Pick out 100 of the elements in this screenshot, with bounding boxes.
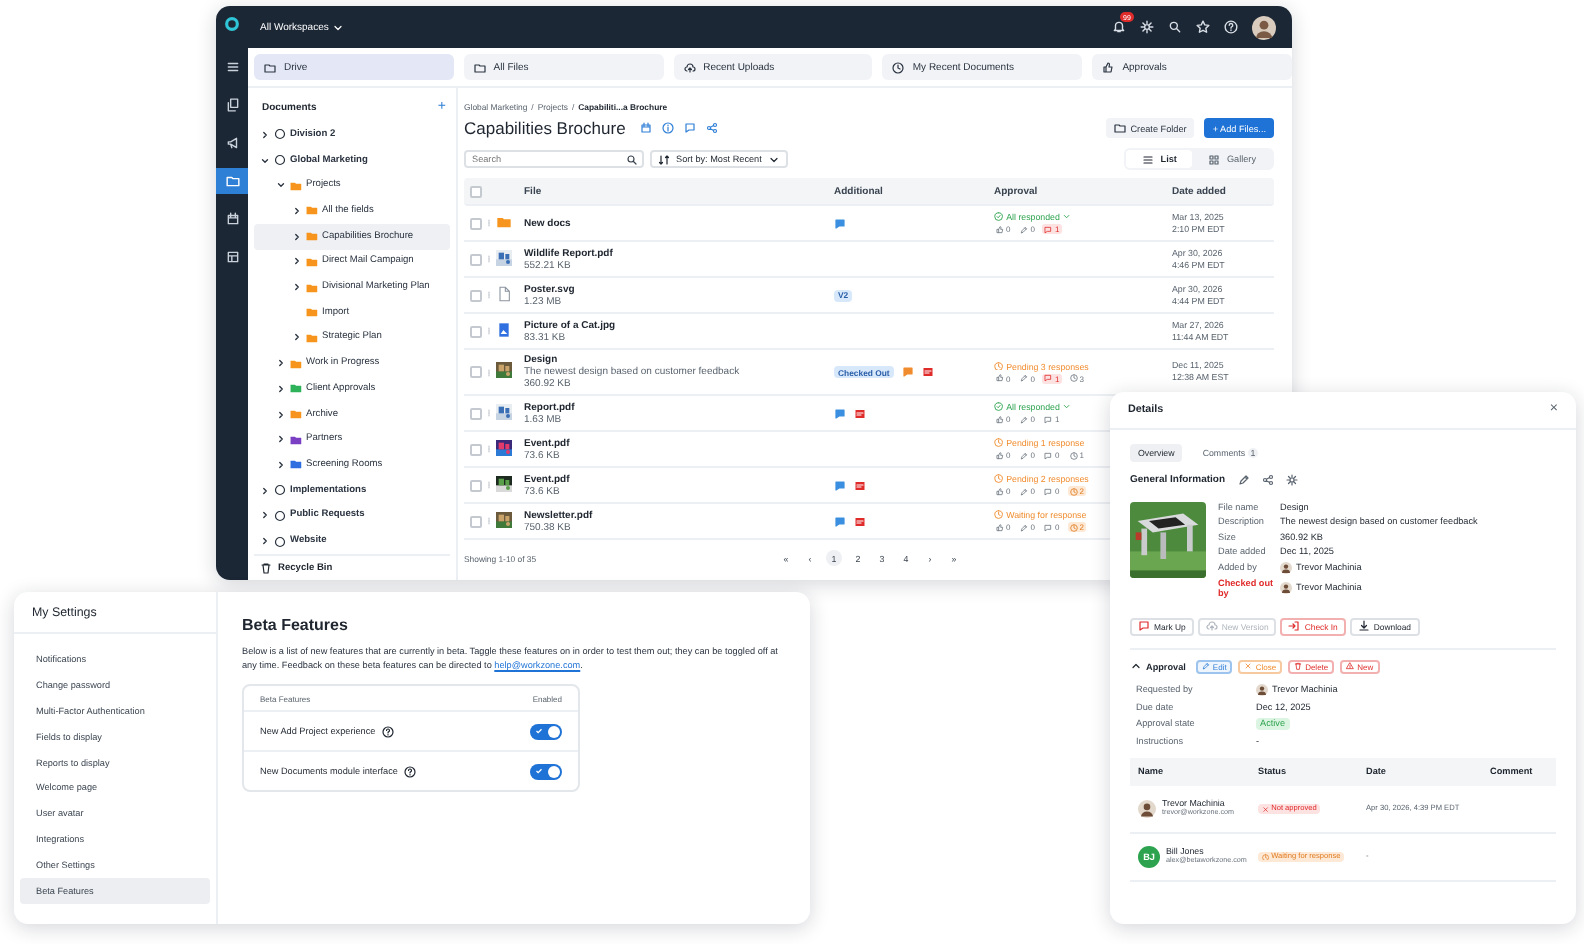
checkbox[interactable] — [470, 217, 482, 229]
chevron-right-icon — [276, 409, 286, 420]
checkbox[interactable] — [470, 289, 482, 301]
clock-icon — [994, 510, 1004, 520]
close-icon — [1244, 662, 1253, 671]
chevron-down-icon — [260, 155, 270, 166]
checkbox[interactable] — [470, 366, 482, 378]
checkbox[interactable] — [470, 407, 482, 419]
list-icon — [1142, 153, 1155, 165]
chevron-right-icon — [292, 332, 302, 343]
comment-icon — [1044, 225, 1053, 233]
star-icon[interactable] — [1196, 20, 1210, 34]
help-icon[interactable] — [381, 725, 394, 737]
comment-icon — [1044, 487, 1053, 495]
share-icon[interactable] — [705, 122, 718, 134]
chevron-right-icon — [260, 536, 270, 547]
thumb-up-icon — [996, 487, 1004, 495]
help-icon[interactable] — [403, 765, 416, 777]
comment-icon — [1044, 523, 1053, 531]
toggle-switch[interactable] — [530, 763, 562, 779]
chevron-down-icon — [332, 21, 345, 33]
pen-icon[interactable] — [1237, 474, 1250, 486]
avatar-icon — [1138, 799, 1156, 818]
checkbox[interactable] — [470, 185, 482, 197]
drag-handle-icon[interactable] — [484, 367, 494, 377]
drag-handle-icon[interactable] — [484, 480, 494, 490]
table-icon — [225, 250, 239, 264]
thumb-up-icon — [996, 225, 1004, 233]
comment-icon[interactable] — [834, 479, 846, 491]
checkbox[interactable] — [470, 325, 482, 337]
pen-icon — [1020, 225, 1029, 233]
pdf-icon[interactable] — [854, 479, 866, 491]
checkbox[interactable] — [470, 443, 482, 455]
comment-icon[interactable] — [834, 407, 846, 419]
comment-icon[interactable] — [834, 217, 846, 229]
cloud-upload-icon — [1205, 620, 1218, 633]
sign-in-icon — [1288, 620, 1301, 633]
checkbox[interactable] — [470, 515, 482, 527]
chevron-down-icon — [276, 180, 286, 191]
comment-icon — [1044, 451, 1053, 459]
check-icon — [534, 726, 544, 736]
section-heading: Beta Features — [242, 616, 350, 634]
chevron-down-icon — [767, 153, 780, 165]
logo-icon — [224, 16, 240, 32]
thumb-up-icon — [1102, 61, 1115, 73]
checkbox[interactable] — [470, 479, 482, 491]
clock-icon — [1262, 853, 1270, 861]
drag-handle-icon[interactable] — [484, 516, 494, 526]
chevron-right-icon — [260, 129, 270, 140]
drag-handle-icon[interactable] — [484, 254, 494, 264]
pdf-icon[interactable] — [854, 407, 866, 419]
thumb-up-icon — [996, 451, 1004, 459]
info-icon[interactable] — [661, 122, 674, 134]
pdf-icon[interactable] — [854, 515, 866, 527]
megaphone-icon — [225, 136, 239, 150]
share-icon[interactable] — [1261, 474, 1274, 486]
comment-icon — [1138, 620, 1150, 633]
comment-icon[interactable] — [834, 515, 846, 527]
comment-icon[interactable] — [901, 366, 914, 378]
chevron-right-icon — [292, 282, 302, 293]
drag-handle-icon[interactable] — [484, 290, 494, 300]
download-icon — [1357, 620, 1370, 633]
pdf-icon[interactable] — [921, 366, 934, 378]
pen-icon — [1020, 374, 1029, 382]
clock-icon — [994, 361, 1004, 371]
chevron-right-icon — [276, 459, 286, 470]
pen-icon — [1020, 451, 1029, 459]
toggle-switch[interactable] — [530, 723, 562, 739]
chevron-right-icon — [276, 358, 286, 369]
gear-icon[interactable] — [1285, 474, 1298, 486]
chevron-right-icon — [292, 205, 302, 216]
chevron-right-icon — [276, 383, 286, 394]
pen-icon — [1020, 487, 1029, 495]
folder-icon — [473, 61, 486, 73]
comment-icon[interactable] — [683, 122, 696, 134]
drag-handle-icon[interactable] — [484, 444, 494, 454]
grid-icon — [1208, 153, 1221, 165]
thumb-up-icon — [996, 415, 1004, 423]
calendar-icon — [225, 212, 239, 226]
copy-icon — [225, 98, 239, 112]
drag-handle-icon[interactable] — [484, 218, 494, 228]
chevron-right-icon — [260, 485, 270, 496]
clock-icon — [1069, 487, 1078, 495]
clock-icon — [892, 61, 905, 73]
chevron-right-icon — [292, 231, 302, 242]
chevron-down-icon — [1062, 402, 1073, 412]
clock-icon — [994, 474, 1004, 484]
bell-icon[interactable] — [1112, 20, 1126, 34]
sort-icon — [658, 153, 670, 165]
close-icon — [1262, 805, 1270, 813]
checkbox[interactable] — [470, 253, 482, 265]
pen-icon — [1020, 523, 1029, 531]
chevron-right-icon — [276, 434, 286, 445]
warning-icon — [1346, 662, 1355, 671]
drag-handle-icon[interactable] — [484, 408, 494, 418]
comment-icon — [1044, 374, 1053, 382]
folder-icon — [1114, 122, 1127, 134]
avatar-icon[interactable] — [1252, 15, 1276, 39]
drag-handle-icon[interactable] — [484, 326, 494, 336]
calendar-icon[interactable] — [639, 122, 652, 134]
